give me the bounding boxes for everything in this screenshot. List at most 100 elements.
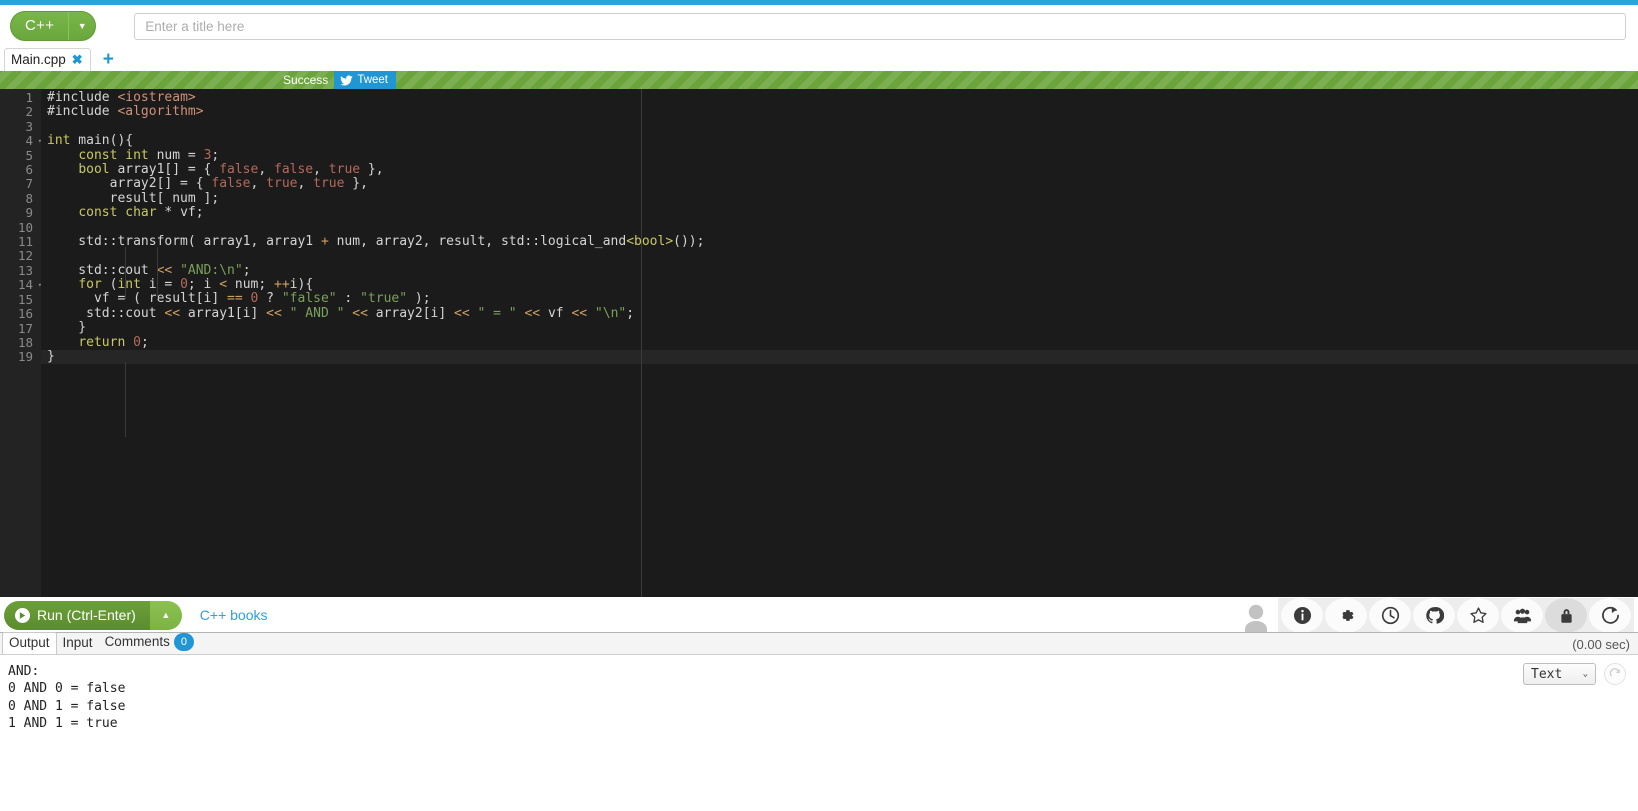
code-editor[interactable]: 12345678910111213141516171819 #include <… <box>0 89 1638 597</box>
cpp-books-link[interactable]: C++ books <box>200 607 268 623</box>
people-button[interactable] <box>1501 597 1543 633</box>
code-token: array1[] = { <box>109 161 220 177</box>
code-line[interactable]: } <box>41 321 1638 335</box>
code-token: ; <box>242 262 251 278</box>
code-line[interactable]: const char * vf; <box>41 205 1638 220</box>
code-token: bool <box>78 161 110 177</box>
code-token: " = " <box>477 305 517 321</box>
code-token: true <box>328 161 361 177</box>
avatar[interactable] <box>1234 598 1278 633</box>
code-line[interactable]: result[ num ]; <box>41 191 1638 206</box>
output-format-select[interactable]: Text ⌄ <box>1523 663 1596 685</box>
code-line[interactable]: array2[] = { false, true, true }, <box>41 177 1638 191</box>
status-bar: Success Tweet <box>0 71 1638 89</box>
language-label[interactable]: C++ <box>11 12 70 40</box>
code-token: << <box>266 305 282 321</box>
language-selector[interactable]: C++ ▼ <box>10 11 97 41</box>
chevron-down-icon[interactable]: ▼ <box>69 12 95 40</box>
code-token: vf = ( result[i] <box>47 291 228 307</box>
code-token: const int <box>78 147 149 163</box>
line-number: 11 <box>17 234 33 250</box>
tweet-button[interactable]: Tweet <box>334 71 396 89</box>
share-button[interactable] <box>1589 597 1631 633</box>
code-line[interactable]: for (int i = 0; i < num; ++i){ <box>41 277 1638 293</box>
print-margin-ruler <box>641 89 642 597</box>
code-token: << <box>524 305 541 321</box>
code-line[interactable] <box>41 249 1638 263</box>
people-icon <box>1513 608 1531 623</box>
file-tab-bar: Main.cpp ✖ + <box>0 47 1638 71</box>
line-number: 13 <box>17 262 33 278</box>
github-button[interactable] <box>1413 597 1455 633</box>
code-line[interactable] <box>41 120 1638 134</box>
code-token: num, array2, result, std::logical_and <box>328 233 627 249</box>
code-line[interactable]: const int num = 3; <box>41 147 1638 163</box>
code-line[interactable]: vf = ( result[i] == 0 ? "false" : "true"… <box>41 292 1638 306</box>
code-token: , <box>313 161 329 177</box>
line-number-gutter: 12345678910111213141516171819 <box>0 89 42 597</box>
line-number: 2 <box>25 104 33 120</box>
file-tab-main-cpp[interactable]: Main.cpp ✖ <box>4 48 91 71</box>
indent-guide <box>157 247 158 299</box>
output-format-value: Text <box>1531 666 1563 682</box>
tab-output[interactable]: Output <box>2 632 57 655</box>
code-line[interactable]: #include <iostream> <box>41 90 1638 105</box>
code-line[interactable]: } <box>41 349 1638 365</box>
tab-comments[interactable]: Comments 0 <box>99 631 200 654</box>
code-line[interactable]: int main(){ <box>41 133 1638 149</box>
run-options-caret-icon[interactable]: ▲ <box>149 600 182 630</box>
code-token: std::cout <box>47 305 165 321</box>
star-icon <box>1469 606 1487 623</box>
code-line[interactable]: std::cout << array1[i] << " AND " << arr… <box>41 305 1638 321</box>
share-icon <box>1601 606 1619 624</box>
indent-guide <box>125 362 126 437</box>
info-button[interactable] <box>1281 597 1323 633</box>
tab-label: Output <box>9 635 50 650</box>
indent-guide <box>125 247 126 299</box>
code-token: ()); <box>673 233 705 249</box>
lock-icon <box>1560 608 1572 623</box>
code-token: int <box>47 133 71 149</box>
output-console[interactable]: AND: 0 AND 0 = false 0 AND 1 = false 1 AND … <box>0 654 1638 799</box>
code-line[interactable]: std::transform( array1, array1 + num, ar… <box>41 233 1638 249</box>
code-token: "true" <box>360 291 408 307</box>
code-token: , <box>258 161 274 177</box>
code-token: return <box>78 334 126 350</box>
code-token: + <box>320 233 329 249</box>
line-number: 5 <box>25 147 33 163</box>
code-token: ( <box>101 277 118 293</box>
code-token: << <box>156 262 173 278</box>
close-icon[interactable]: ✖ <box>72 52 83 68</box>
code-content[interactable]: #include <iostream> #include <algorithm> … <box>41 89 1638 597</box>
tab-label: Input <box>62 635 93 650</box>
tab-label: Comments <box>104 634 170 649</box>
tab-input[interactable]: Input <box>57 633 99 654</box>
history-button[interactable] <box>1369 597 1411 633</box>
console-line: AND: <box>8 664 40 679</box>
title-field-wrap <box>96 12 1632 40</box>
lock-button[interactable] <box>1545 597 1587 633</box>
gear-button[interactable] <box>1325 597 1367 633</box>
code-line[interactable] <box>41 221 1638 235</box>
action-toolbar: Run (Ctrl-Enter) ▲ C++ books <box>0 597 1638 633</box>
title-input[interactable] <box>134 12 1626 40</box>
play-icon <box>15 607 30 623</box>
execution-time: (0.00 sec) <box>1572 637 1630 652</box>
code-line[interactable]: return 0; <box>41 334 1638 350</box>
status-text: Success <box>282 73 329 87</box>
code-line[interactable]: bool array1[] = { false, false, true }, <box>41 161 1638 177</box>
refresh-output-button[interactable] <box>1604 663 1626 685</box>
code-token: < <box>219 277 228 293</box>
code-line[interactable]: #include <algorithm> <box>41 105 1638 119</box>
code-token: ; <box>140 334 149 350</box>
star-button[interactable] <box>1457 597 1499 633</box>
code-line[interactable]: std::cout << "AND:\n"; <box>41 262 1638 278</box>
add-file-button[interactable]: + <box>91 50 126 71</box>
run-button[interactable]: Run (Ctrl-Enter) <box>4 600 150 630</box>
